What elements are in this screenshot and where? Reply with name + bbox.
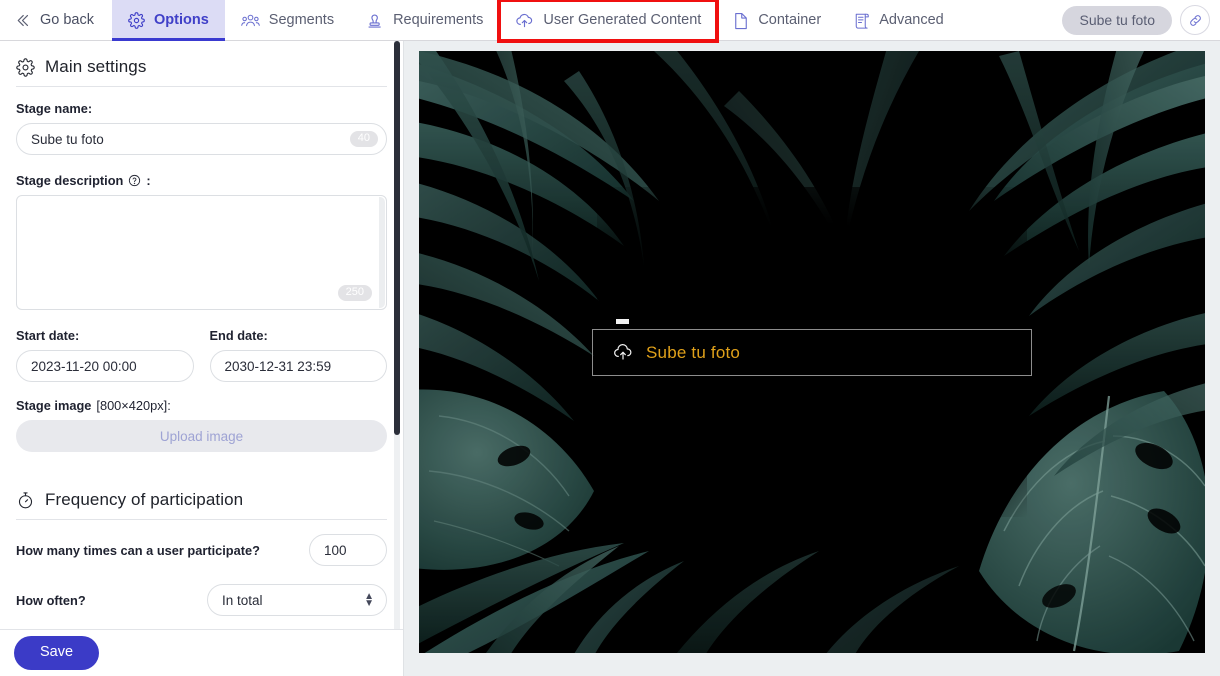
tab-options-label: Options <box>154 12 209 29</box>
tab-go-back[interactable]: Go back <box>0 0 112 41</box>
toolbar-right-group: Sube tu foto <box>1062 0 1220 40</box>
tab-requirements[interactable]: Requirements <box>350 0 499 41</box>
how-often-row: How often? In total ▲ ▼ <box>16 584 387 616</box>
participation-times-row: How many times can a user participate? 1… <box>16 534 387 566</box>
tab-user-generated-content-label: User Generated Content <box>543 12 702 29</box>
start-date-label: Start date: <box>16 328 194 343</box>
gear-icon <box>128 12 145 29</box>
textarea-scrollbar[interactable] <box>379 197 385 308</box>
stage-name-label-text: Stage name: <box>16 101 93 116</box>
chevrons-left-icon <box>14 12 31 29</box>
tab-advanced-label: Advanced <box>879 12 944 29</box>
start-date-input[interactable]: 2023-11-20 00:00 <box>16 350 194 382</box>
tab-segments[interactable]: Segments <box>225 0 350 41</box>
stage-image-label: Stage image [800×420px]: <box>16 398 387 413</box>
tab-user-generated-content[interactable]: User Generated Content <box>497 0 720 43</box>
link-icon <box>1188 13 1203 28</box>
gear-icon <box>16 57 35 77</box>
cursor-caret-mark <box>616 319 629 324</box>
stage-preview-canvas: Sube tu foto <box>419 51 1205 653</box>
preview-panel: Sube tu foto <box>404 41 1220 676</box>
stage-name-input[interactable]: Sube tu foto 40 <box>16 123 387 155</box>
stage-pill-button[interactable]: Sube tu foto <box>1062 5 1172 35</box>
end-date-label: End date: <box>210 328 388 343</box>
stage-description-label-text: Stage description <box>16 173 124 188</box>
stage-image-label-text: Stage image <box>16 398 92 413</box>
help-circle-icon[interactable] <box>128 174 141 187</box>
how-often-label: How often? <box>16 592 86 608</box>
stage-name-label: Stage name: <box>16 101 387 116</box>
chevron-updown-icon: ▲ ▼ <box>364 590 374 609</box>
upload-image-button[interactable]: Upload image <box>16 420 387 452</box>
start-date-label-text: Start date: <box>16 328 80 343</box>
cloud-upload-icon <box>612 343 634 362</box>
link-button[interactable] <box>1180 5 1210 35</box>
stage-name-counter: 40 <box>349 131 378 147</box>
end-date-group: End date: 2030-12-31 23:59 <box>209 328 388 382</box>
end-date-value: 2030-12-31 23:59 <box>224 358 332 374</box>
sidebar-scrollbar-thumb[interactable] <box>394 41 400 435</box>
tab-go-back-label: Go back <box>40 12 94 29</box>
sidebar-scrollbar[interactable] <box>394 41 400 629</box>
participation-times-label: How many times can a user participate? <box>16 542 260 558</box>
page-icon <box>733 12 749 30</box>
stage-description-counter: 250 <box>337 285 372 301</box>
stamp-icon <box>366 12 384 30</box>
stage-description-textarea[interactable]: 250 <box>16 195 387 310</box>
frequency-title: Frequency of participation <box>45 490 244 509</box>
tab-requirements-label: Requirements <box>393 12 484 29</box>
frequency-header: Frequency of participation <box>16 474 387 520</box>
tab-container-label: Container <box>758 12 822 29</box>
stopwatch-icon <box>16 491 35 510</box>
preview-upload-widget[interactable]: Sube tu foto <box>592 329 1032 376</box>
how-often-value: In total <box>222 592 263 608</box>
scroll-icon <box>853 12 870 30</box>
settings-sidebar: Main settings Stage name: Sube tu foto 4… <box>0 41 404 676</box>
stage-description-label: Stage description : <box>16 173 387 188</box>
main-settings-header: Main settings <box>16 41 387 87</box>
tab-segments-label: Segments <box>268 12 335 29</box>
cloud-upload-icon <box>515 12 534 29</box>
start-date-value: 2023-11-20 00:00 <box>31 358 137 374</box>
tab-options[interactable]: Options <box>112 0 225 41</box>
main-settings-title: Main settings <box>45 57 147 76</box>
end-date-label-text: End date: <box>209 328 268 343</box>
participation-times-input[interactable]: 100 <box>309 534 387 566</box>
date-range-row: Start date: 2023-11-20 00:00 End date: 2… <box>16 328 387 382</box>
participation-times-value: 100 <box>324 542 347 558</box>
start-date-group: Start date: 2023-11-20 00:00 <box>16 328 194 382</box>
stage-image-dimensions: [800×420px]: <box>96 398 171 413</box>
preview-upload-label: Sube tu foto <box>646 342 741 362</box>
stage-name-value: Sube tu foto <box>31 131 104 147</box>
save-button[interactable]: Save <box>14 636 100 670</box>
tab-container[interactable]: Container <box>717 0 837 41</box>
people-group-icon <box>241 12 260 29</box>
main-area: Main settings Stage name: Sube tu foto 4… <box>0 41 1220 676</box>
top-toolbar: Go back Options Segments Requirements Us… <box>0 0 1220 43</box>
settings-scroll-region: Main settings Stage name: Sube tu foto 4… <box>0 41 403 629</box>
tab-advanced[interactable]: Advanced <box>837 0 960 41</box>
sidebar-footer: Save <box>0 629 403 676</box>
how-often-select[interactable]: In total ▲ ▼ <box>207 584 387 616</box>
end-date-input[interactable]: 2030-12-31 23:59 <box>209 350 387 382</box>
stage-description-colon: : <box>146 173 151 188</box>
